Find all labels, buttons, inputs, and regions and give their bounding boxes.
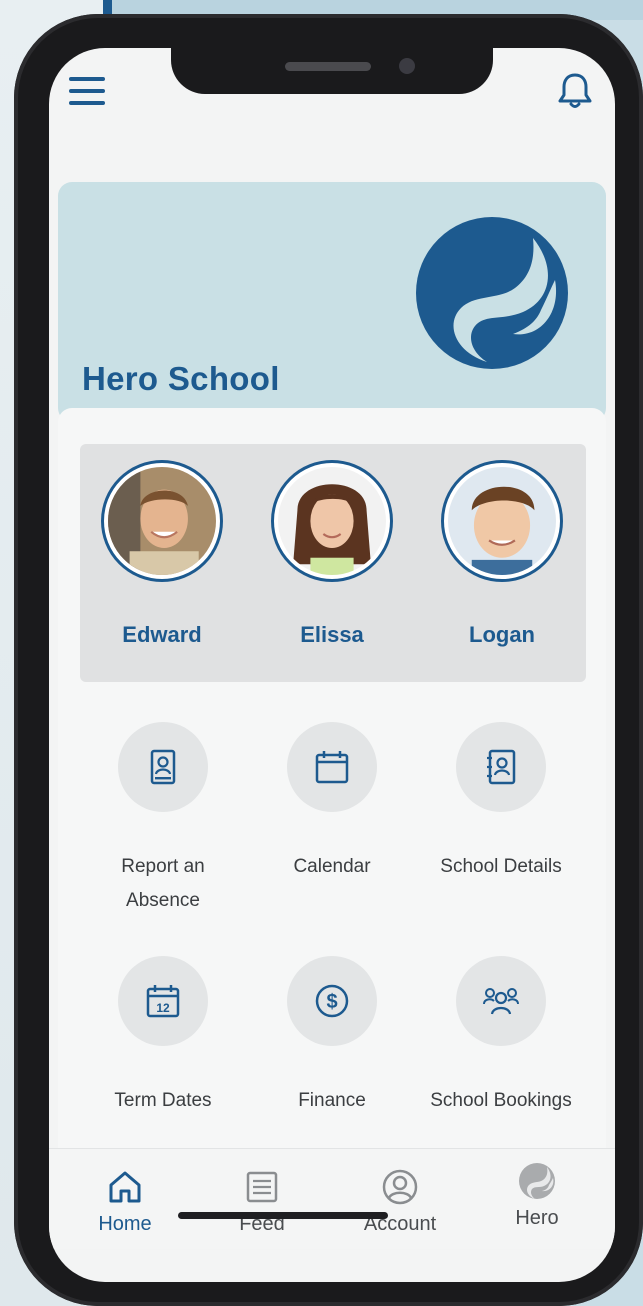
student-card-logan[interactable]: Logan — [432, 460, 572, 648]
bell-icon[interactable] — [554, 70, 596, 112]
tile-icon-circle — [456, 956, 546, 1046]
tab-account[interactable]: Account — [345, 1167, 455, 1236]
tile-label: Calendar — [293, 856, 371, 877]
tile-icon-circle — [118, 722, 208, 812]
tile-label: Finance — [298, 1090, 366, 1111]
tile-label: Term Dates — [114, 1090, 212, 1111]
finance-tile[interactable]: $ Finance — [257, 956, 407, 1118]
calendar-icon — [315, 751, 349, 784]
student-card-elissa[interactable]: Elissa — [262, 460, 402, 648]
calendar-12-icon: 12 — [146, 985, 180, 1018]
tile-label: Report an Absence — [121, 856, 205, 911]
speaker-grille — [285, 62, 371, 71]
dollar-icon: $ — [315, 984, 349, 1018]
student-name: Elissa — [300, 622, 364, 647]
students-panel: Edward Elissa Logan — [80, 444, 586, 682]
student-name: Edward — [122, 622, 202, 647]
group-icon — [483, 988, 519, 1015]
tile-icon-circle: $ — [287, 956, 377, 1046]
menu-icon[interactable] — [67, 74, 107, 108]
contact-book-icon — [487, 749, 516, 785]
avatar-image-edward — [108, 467, 216, 575]
tile-icon-circle: 12 — [118, 956, 208, 1046]
tile-label: School Details — [440, 856, 562, 877]
student-card-edward[interactable]: Edward — [92, 460, 232, 648]
school-details-tile[interactable]: School Details — [426, 722, 576, 884]
avatar — [271, 460, 393, 582]
app-screen: Hero School Edward Elissa Logan Report a… — [49, 48, 615, 1282]
school-bookings-tile[interactable]: School Bookings — [426, 956, 576, 1118]
home-indicator[interactable] — [178, 1212, 388, 1219]
tile-icon-circle — [456, 722, 546, 812]
front-camera — [399, 58, 415, 74]
term-dates-tile[interactable]: 12 Term Dates — [88, 956, 238, 1118]
tab-home[interactable]: Home — [70, 1167, 180, 1236]
content-card: Edward Elissa Logan Report an Absence Ca… — [58, 408, 606, 1178]
tab-hero[interactable]: Hero — [482, 1161, 592, 1230]
svg-text:$: $ — [326, 991, 337, 1013]
school-name: Hero School — [82, 360, 280, 397]
home-icon — [109, 1171, 141, 1203]
tab-label: Hero — [515, 1207, 559, 1229]
avatar — [441, 460, 563, 582]
phone-notch — [171, 44, 493, 94]
backdrop-accent — [103, 0, 112, 14]
tile-icon-circle — [287, 722, 377, 812]
svg-text:12: 12 — [156, 1001, 170, 1015]
avatar — [101, 460, 223, 582]
hero-icon — [519, 1163, 555, 1199]
school-header-card: Hero School — [58, 182, 606, 422]
tab-label: Home — [98, 1213, 152, 1235]
tab-feed[interactable]: Feed — [207, 1167, 317, 1236]
tile-label: School Bookings — [430, 1090, 572, 1111]
hero-logo-icon — [416, 217, 568, 369]
report-absence-tile[interactable]: Report an Absence — [88, 722, 238, 918]
avatar-image-elissa — [278, 467, 386, 575]
feed-icon — [246, 1171, 278, 1203]
avatar-image-logan — [448, 467, 556, 575]
account-icon — [382, 1169, 418, 1205]
calendar-tile[interactable]: Calendar — [257, 722, 407, 884]
student-name: Logan — [469, 622, 535, 647]
bottom-tab-bar: Home Feed Account Hero — [49, 1148, 615, 1249]
absence-report-icon — [150, 749, 176, 785]
